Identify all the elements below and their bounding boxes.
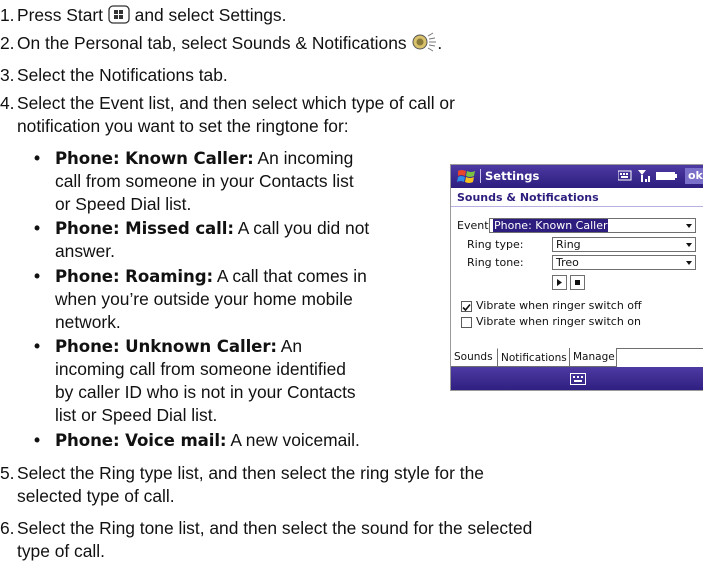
title-separator — [480, 169, 481, 183]
step-5: 5. Select the Ring type list, and then se… — [0, 462, 484, 485]
step-number: 3. — [0, 65, 15, 85]
start-button-icon — [108, 5, 130, 30]
tab-strip: Sounds Notifications Manage — [451, 348, 703, 368]
status-icons — [617, 169, 682, 187]
bullet-term: Phone: Missed call: — [55, 219, 234, 238]
bullet-text: An — [276, 336, 303, 356]
page-header: Sounds & Notifications — [451, 188, 703, 207]
event-label: Event: — [457, 219, 493, 232]
bullet-text-line: by caller ID who is not in your Contacts — [55, 382, 356, 402]
battery-icon — [656, 172, 677, 180]
step-number: 4. — [0, 93, 15, 113]
bullet-text: A call you did not — [233, 218, 370, 238]
ring-type-dropdown[interactable]: Ring — [552, 237, 696, 252]
keyboard-status-icon — [617, 170, 632, 181]
chevron-down-icon — [686, 261, 692, 265]
ok-button[interactable]: ok — [685, 168, 703, 184]
bullet-term: Phone: Roaming: — [55, 267, 214, 286]
step-text-end: and select Settings. — [129, 5, 287, 25]
bullet-dot: • — [34, 336, 41, 356]
step-4-continuation: notification you want to set the rington… — [17, 116, 349, 136]
window-title: Settings — [485, 169, 540, 183]
bullet-text-line: or Speed Dial list. — [55, 194, 192, 214]
step-number: 2. — [0, 33, 15, 53]
bullet-text-line: network. — [55, 312, 121, 332]
step-6: 6. Select the Ring tone list, and then se… — [0, 517, 532, 540]
step-text: Select the Ring type list, and then sele… — [17, 463, 484, 483]
step-5-continuation: selected type of call. — [17, 486, 175, 506]
title-bar: Settings ok — [451, 165, 703, 188]
step-2: 2. On the Personal tab, select Sounds & N… — [0, 32, 442, 58]
step-1: 1. Press Start and select Settings. — [0, 4, 286, 30]
bullet-text-line: answer. — [55, 241, 115, 261]
speaker-icon — [411, 32, 437, 58]
windows-flag-icon[interactable] — [457, 168, 477, 188]
step-text: Select the Ring tone list, and then sele… — [17, 518, 533, 538]
stop-button[interactable] — [570, 275, 585, 290]
bullet-text: An incoming — [253, 148, 354, 168]
bullet-dot: • — [34, 266, 41, 286]
bullet-term: Phone: Unknown Caller: — [55, 337, 277, 356]
ring-type-label: Ring type: — [467, 238, 524, 251]
bullet-text-line: list or Speed Dial list. — [55, 405, 218, 425]
step-text: On the Personal tab, select Sounds & Not… — [17, 33, 412, 53]
vibrate-off-label: Vibrate when ringer switch off — [476, 299, 642, 312]
ring-type-value: Ring — [556, 238, 581, 251]
signal-icon — [638, 170, 650, 182]
bullet-text-line: when you’re outside your home mobile — [55, 289, 353, 309]
bullet-dot: • — [34, 430, 41, 450]
bullet-dot: • — [34, 218, 41, 238]
step-text: Press Start — [17, 5, 108, 25]
chevron-down-icon — [686, 224, 692, 228]
ring-tone-label: Ring tone: — [467, 256, 524, 269]
ring-tone-value: Treo — [556, 256, 579, 269]
device-screen: Settings ok Sounds & Notifications Event… — [450, 164, 703, 391]
play-button[interactable] — [552, 275, 567, 290]
bullet-text: A new voicemail. — [226, 430, 360, 450]
step-4: 4. Select the Event list, and then select… — [0, 92, 455, 115]
step-text: Select the Notifications tab. — [17, 65, 228, 85]
bullet-text-line: call from someone in your Contacts list — [55, 171, 354, 191]
checkmark-icon — [462, 303, 471, 312]
step-text: Select the Event list, and then select w… — [17, 93, 455, 113]
bullet-term: Phone: Known Caller: — [55, 149, 254, 168]
vibrate-on-checkbox[interactable] — [461, 317, 472, 328]
bullet-text-line: incoming call from someone identified — [55, 359, 346, 379]
vibrate-on-label: Vibrate when ringer switch on — [476, 315, 641, 328]
step-number: 1. — [0, 5, 15, 25]
step-6-continuation: type of call. — [17, 541, 105, 561]
play-icon — [557, 279, 562, 286]
event-value: Phone: Known Caller — [493, 219, 609, 232]
tab-notifications[interactable]: Notifications — [497, 348, 570, 367]
tab-sounds[interactable]: Sounds — [451, 348, 498, 367]
step-number: 5. — [0, 463, 15, 483]
keyboard-icon[interactable] — [570, 373, 586, 389]
menu-bar — [451, 367, 703, 390]
bullet-term: Phone: Voice mail: — [55, 431, 227, 450]
chevron-down-icon — [686, 243, 692, 247]
step-number: 6. — [0, 518, 15, 538]
tab-manage[interactable]: Manage — [569, 348, 617, 367]
bullet-dot: • — [34, 148, 41, 168]
stop-icon — [575, 280, 580, 285]
vibrate-off-checkbox[interactable] — [461, 301, 472, 312]
bullet-text: A call that comes in — [213, 266, 367, 286]
step-3: 3. Select the Notifications tab. — [0, 64, 228, 87]
ring-tone-dropdown[interactable]: Treo — [552, 255, 696, 270]
step-text-end: . — [437, 33, 443, 53]
event-dropdown[interactable]: Phone: Known Caller — [489, 218, 696, 233]
